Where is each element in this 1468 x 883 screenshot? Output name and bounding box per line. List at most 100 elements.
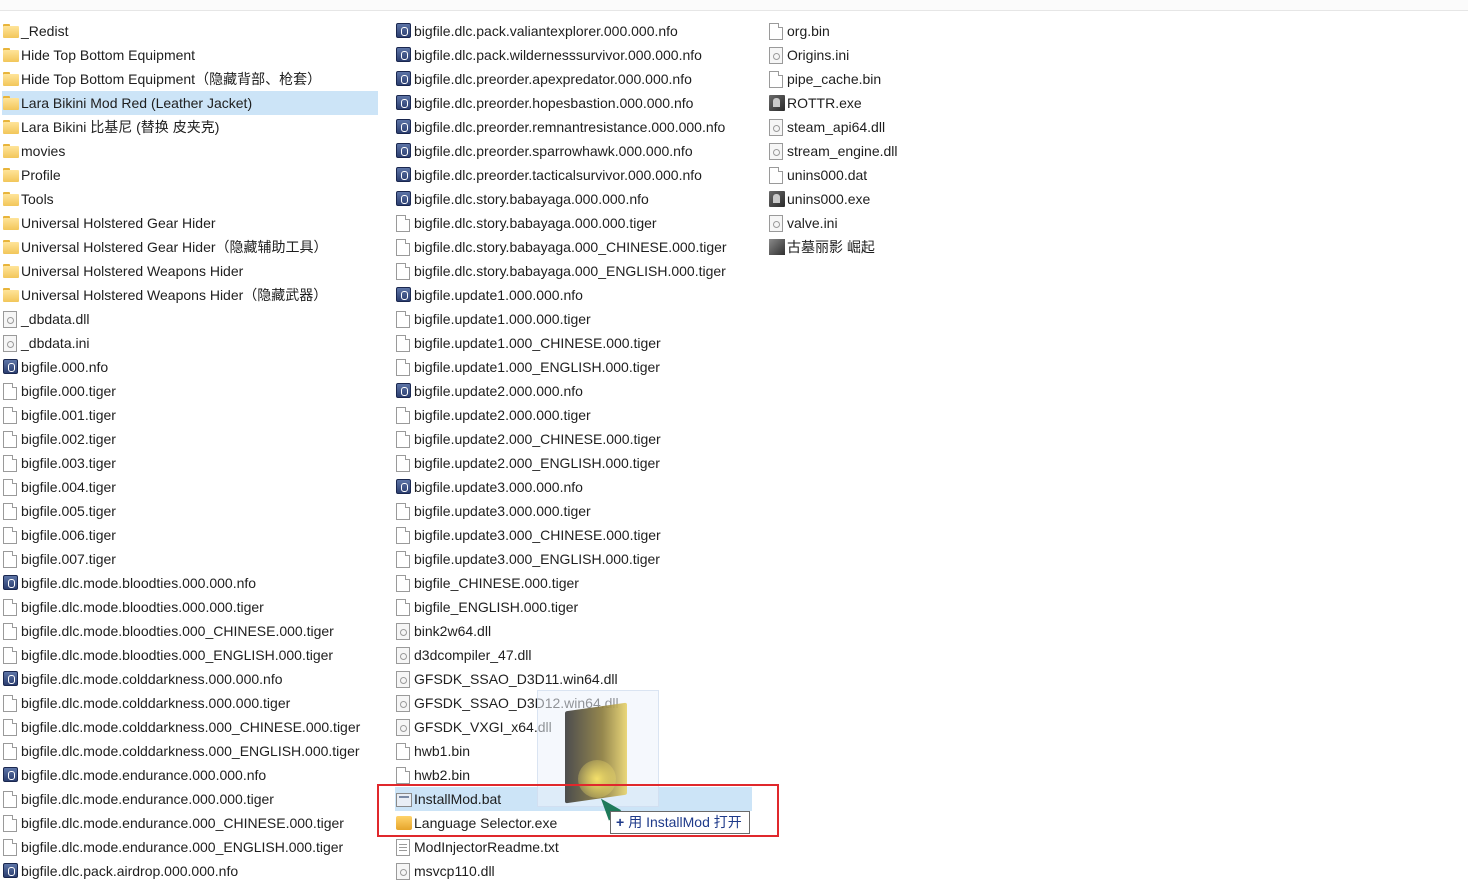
file-item[interactable]: movies — [2, 139, 378, 163]
nfo-file-icon — [396, 119, 411, 134]
file-item[interactable]: Universal Holstered Weapons Hider（隐藏武器） — [2, 283, 378, 307]
file-item[interactable]: bigfile.dlc.mode.endurance.000_ENGLISH.0… — [2, 835, 378, 859]
file-item-name: bigfile.dlc.mode.colddarkness.000_ENGLIS… — [21, 743, 360, 759]
file-item[interactable]: bigfile.005.tiger — [2, 499, 378, 523]
file-item-name: bigfile.update3.000.000.tiger — [414, 503, 591, 519]
file-item[interactable]: bigfile.update1.000_CHINESE.000.tiger — [395, 331, 752, 355]
file-item[interactable]: bigfile.dlc.mode.colddarkness.000_CHINES… — [2, 715, 378, 739]
nfo-file-icon — [396, 287, 411, 302]
file-item[interactable]: bigfile.update3.000.000.nfo — [395, 475, 752, 499]
file-item[interactable]: msvcp110.dll — [395, 859, 752, 883]
file-item[interactable]: bigfile.dlc.mode.endurance.000.000.tiger — [2, 787, 378, 811]
file-item[interactable]: bigfile_ENGLISH.000.tiger — [395, 595, 752, 619]
nfo-file-icon — [396, 95, 411, 110]
file-item[interactable]: bigfile.dlc.mode.endurance.000_CHINESE.0… — [2, 811, 378, 835]
file-item[interactable]: bigfile.dlc.preorder.remnantresistance.0… — [395, 115, 752, 139]
file-item[interactable]: Lara Bikini 比基尼 (替换 皮夹克) — [2, 115, 378, 139]
file-item-name: hwb1.bin — [414, 743, 471, 759]
generic-file-icon — [396, 599, 410, 616]
file-item[interactable]: bigfile.update1.000.000.tiger — [395, 307, 752, 331]
file-item[interactable]: bigfile.004.tiger — [2, 475, 378, 499]
file-item[interactable]: bigfile.000.tiger — [2, 379, 378, 403]
drag-glow — [578, 760, 616, 798]
file-item-name: bigfile.dlc.mode.colddarkness.000_CHINES… — [21, 719, 361, 735]
file-item[interactable]: _dbdata.dll — [2, 307, 378, 331]
file-item-name: Language Selector.exe — [414, 815, 558, 831]
file-item-name: bigfile.dlc.mode.bloodties.000.000.tiger — [21, 599, 264, 615]
file-item[interactable]: bigfile.dlc.mode.colddarkness.000_ENGLIS… — [2, 739, 378, 763]
file-item[interactable]: bigfile.update3.000_ENGLISH.000.tiger — [395, 547, 752, 571]
dll-file-icon — [396, 695, 410, 712]
file-item[interactable]: bigfile.001.tiger — [2, 403, 378, 427]
file-item[interactable]: ModInjectorReadme.txt — [395, 835, 752, 859]
file-item-name: bigfile.dlc.mode.colddarkness.000.000.ti… — [21, 695, 291, 711]
file-item[interactable]: bigfile.update1.000_ENGLISH.000.tiger — [395, 355, 752, 379]
file-item[interactable]: pipe_cache.bin — [768, 67, 968, 91]
file-item[interactable]: bigfile.002.tiger — [2, 427, 378, 451]
file-item[interactable]: bink2w64.dll — [395, 619, 752, 643]
file-item[interactable]: Universal Holstered Weapons Hider — [2, 259, 378, 283]
game-exe-icon — [769, 95, 785, 111]
file-item[interactable]: bigfile_CHINESE.000.tiger — [395, 571, 752, 595]
file-item[interactable]: valve.ini — [768, 211, 968, 235]
file-item-name: bigfile.dlc.mode.endurance.000.000.tiger — [21, 791, 274, 807]
file-item[interactable]: bigfile.dlc.pack.valiantexplorer.000.000… — [395, 19, 752, 43]
file-item[interactable]: ROTTR.exe — [768, 91, 968, 115]
file-item[interactable]: Tools — [2, 187, 378, 211]
file-item[interactable]: bigfile.update3.000_CHINESE.000.tiger — [395, 523, 752, 547]
file-item-name: Universal Holstered Gear Hider（隐藏辅助工具） — [21, 239, 328, 255]
file-item[interactable]: unins000.dat — [768, 163, 968, 187]
file-item[interactable]: _dbdata.ini — [2, 331, 378, 355]
file-item[interactable]: bigfile.update1.000.000.nfo — [395, 283, 752, 307]
file-item-name: bigfile.update2.000.000.tiger — [414, 407, 591, 423]
file-item[interactable]: bigfile.dlc.pack.airdrop.000.000.nfo — [2, 859, 378, 883]
file-item[interactable]: bigfile.update2.000_CHINESE.000.tiger — [395, 427, 752, 451]
file-item-name: bigfile.dlc.preorder.tacticalsurvivor.00… — [414, 167, 702, 183]
file-item[interactable]: 古墓丽影 崛起 — [768, 235, 968, 259]
file-item[interactable]: GFSDK_SSAO_D3D11.win64.dll — [395, 667, 752, 691]
file-item-name: unins000.exe — [787, 191, 871, 207]
file-item[interactable]: Universal Holstered Gear Hider（隐藏辅助工具） — [2, 235, 378, 259]
file-item[interactable]: _Redist — [2, 19, 378, 43]
file-item[interactable]: bigfile.dlc.preorder.tacticalsurvivor.00… — [395, 163, 752, 187]
file-item[interactable]: bigfile.dlc.mode.bloodties.000.000.tiger — [2, 595, 378, 619]
file-item[interactable]: bigfile.dlc.mode.colddarkness.000.000.ti… — [2, 691, 378, 715]
file-item[interactable]: org.bin — [768, 19, 968, 43]
file-item[interactable]: Hide Top Bottom Equipment — [2, 43, 378, 67]
file-item[interactable]: bigfile.dlc.story.babayaga.000_CHINESE.0… — [395, 235, 752, 259]
file-item[interactable]: bigfile.dlc.story.babayaga.000_ENGLISH.0… — [395, 259, 752, 283]
file-item[interactable]: bigfile.update2.000.000.tiger — [395, 403, 752, 427]
file-item[interactable]: d3dcompiler_47.dll — [395, 643, 752, 667]
file-item[interactable]: bigfile.dlc.preorder.apexpredator.000.00… — [395, 67, 752, 91]
file-item[interactable]: bigfile.000.nfo — [2, 355, 378, 379]
file-item[interactable]: bigfile.003.tiger — [2, 451, 378, 475]
file-item[interactable]: bigfile.007.tiger — [2, 547, 378, 571]
file-item-name: bigfile.000.nfo — [21, 359, 109, 375]
file-item[interactable]: bigfile.dlc.mode.bloodties.000_CHINESE.0… — [2, 619, 378, 643]
file-item[interactable]: bigfile.dlc.mode.endurance.000.000.nfo — [2, 763, 378, 787]
file-item-name: _dbdata.ini — [21, 335, 90, 351]
file-item[interactable]: bigfile.dlc.preorder.sparrowhawk.000.000… — [395, 139, 752, 163]
file-item[interactable]: bigfile.dlc.pack.wildernesssurvivor.000.… — [395, 43, 752, 67]
dll-file-icon — [3, 311, 17, 328]
file-item[interactable]: Lara Bikini Mod Red (Leather Jacket) — [2, 91, 378, 115]
file-item[interactable]: bigfile.006.tiger — [2, 523, 378, 547]
file-item[interactable]: steam_api64.dll — [768, 115, 968, 139]
file-item[interactable]: bigfile.dlc.story.babayaga.000.000.tiger — [395, 211, 752, 235]
file-item[interactable]: bigfile.dlc.mode.bloodties.000.000.nfo — [2, 571, 378, 595]
file-item[interactable]: stream_engine.dll — [768, 139, 968, 163]
file-item[interactable]: bigfile.dlc.mode.bloodties.000_ENGLISH.0… — [2, 643, 378, 667]
nfo-file-icon — [396, 23, 411, 38]
file-item[interactable]: bigfile.dlc.preorder.hopesbastion.000.00… — [395, 91, 752, 115]
file-item[interactable]: unins000.exe — [768, 187, 968, 211]
file-item[interactable]: Hide Top Bottom Equipment（隐藏背部、枪套） — [2, 67, 378, 91]
nfo-file-icon — [3, 575, 18, 590]
file-item[interactable]: bigfile.dlc.story.babayaga.000.000.nfo — [395, 187, 752, 211]
file-item[interactable]: Profile — [2, 163, 378, 187]
file-item[interactable]: bigfile.update2.000.000.nfo — [395, 379, 752, 403]
file-item[interactable]: bigfile.dlc.mode.colddarkness.000.000.nf… — [2, 667, 378, 691]
file-item[interactable]: Universal Holstered Gear Hider — [2, 211, 378, 235]
file-item[interactable]: bigfile.update2.000_ENGLISH.000.tiger — [395, 451, 752, 475]
file-item[interactable]: Origins.ini — [768, 43, 968, 67]
file-item[interactable]: bigfile.update3.000.000.tiger — [395, 499, 752, 523]
